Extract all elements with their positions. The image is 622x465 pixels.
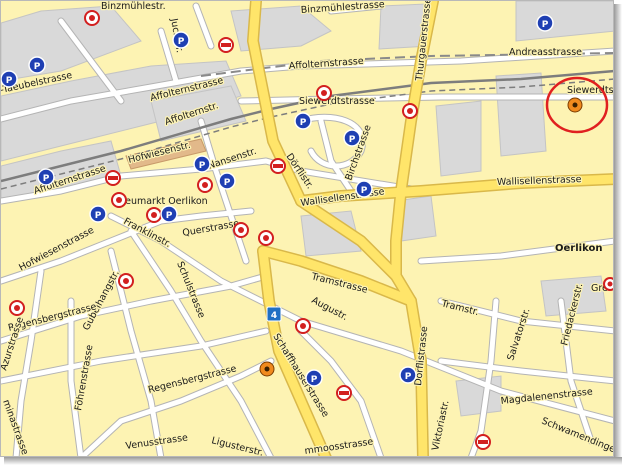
poi-marker-icon[interactable] bbox=[84, 10, 100, 26]
poi-marker-icon[interactable] bbox=[270, 158, 286, 174]
poi-marker-icon[interactable] bbox=[258, 230, 274, 246]
poi-marker-icon[interactable] bbox=[111, 192, 127, 208]
route-shield-number: 4 bbox=[271, 311, 277, 321]
svg-text:P: P bbox=[43, 174, 50, 184]
svg-text:P: P bbox=[542, 20, 549, 30]
svg-text:P: P bbox=[311, 375, 318, 385]
poi-marker-icon[interactable] bbox=[118, 273, 134, 289]
parking-icon[interactable]: P bbox=[218, 172, 236, 190]
svg-text:P: P bbox=[199, 161, 206, 171]
svg-text:P: P bbox=[405, 372, 412, 382]
parking-icon[interactable]: P bbox=[37, 168, 55, 186]
district-label: Oerlikon bbox=[555, 243, 602, 254]
poi-marker-icon[interactable] bbox=[233, 222, 249, 238]
orange-poi-icon[interactable] bbox=[259, 361, 275, 377]
parking-icon[interactable]: P bbox=[294, 112, 312, 130]
parking-icon[interactable]: P bbox=[355, 180, 373, 198]
poi-marker-icon[interactable] bbox=[603, 277, 614, 291]
svg-text:P: P bbox=[349, 135, 356, 145]
svg-text:P: P bbox=[300, 118, 307, 128]
svg-text:P: P bbox=[166, 211, 173, 221]
frame-shadow-right bbox=[614, 4, 622, 465]
poi-marker-icon[interactable] bbox=[475, 434, 491, 450]
parking-icon[interactable]: P bbox=[193, 155, 211, 173]
map-frame: Binzmühlestr. Binzmühlestrasse Andreasst… bbox=[0, 0, 614, 457]
parking-icon[interactable]: P bbox=[89, 205, 107, 223]
parking-icon[interactable]: P bbox=[172, 31, 190, 49]
poi-marker-icon[interactable] bbox=[402, 103, 418, 119]
street-label: Siewerdtst bbox=[567, 85, 614, 96]
svg-text:P: P bbox=[6, 76, 13, 86]
svg-text:P: P bbox=[361, 186, 368, 196]
map-canvas[interactable]: Binzmühlestr. Binzmühlestrasse Andreasst… bbox=[1, 1, 614, 457]
frame-shadow-bottom bbox=[4, 457, 622, 465]
poi-marker-icon[interactable] bbox=[336, 385, 352, 401]
poi-marker-icon[interactable] bbox=[146, 207, 162, 223]
parking-icon[interactable]: P bbox=[160, 205, 178, 223]
parking-icon[interactable]: P bbox=[28, 56, 46, 74]
poi-marker-icon[interactable] bbox=[295, 318, 311, 334]
parking-icon[interactable]: P bbox=[305, 369, 323, 387]
parking-icon[interactable]: P bbox=[536, 14, 554, 32]
svg-text:P: P bbox=[224, 178, 231, 188]
street-label: Andreasstrasse bbox=[509, 47, 582, 58]
poi-marker-icon[interactable] bbox=[316, 85, 332, 101]
svg-text:P: P bbox=[95, 211, 102, 221]
svg-text:P: P bbox=[34, 62, 41, 72]
parking-icon[interactable]: P bbox=[399, 366, 417, 384]
street-label: Siewerdtstrasse bbox=[299, 96, 375, 107]
poi-marker-icon[interactable] bbox=[9, 300, 25, 316]
street-label: Binzmühlestr. bbox=[101, 1, 166, 12]
orange-poi-icon[interactable] bbox=[567, 97, 583, 113]
poi-marker-icon[interactable] bbox=[197, 177, 213, 193]
route-shield: 4 bbox=[266, 306, 282, 322]
parking-icon[interactable]: P bbox=[343, 129, 361, 147]
parking-icon[interactable]: P bbox=[1, 70, 18, 88]
street-label: Neumarkt Oerlikon bbox=[118, 196, 208, 207]
poi-marker-icon[interactable] bbox=[105, 170, 121, 186]
poi-marker-icon[interactable] bbox=[218, 37, 234, 53]
svg-text:P: P bbox=[178, 37, 185, 47]
